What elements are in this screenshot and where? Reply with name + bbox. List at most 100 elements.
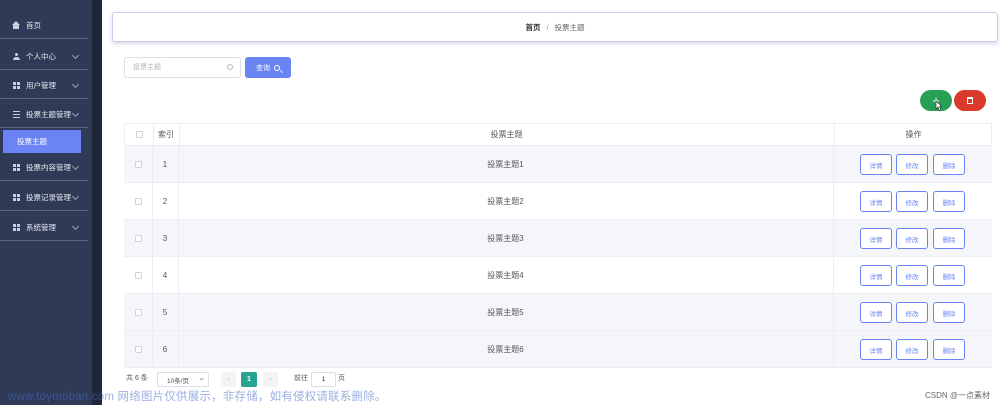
page-number-current[interactable]: 1 (241, 372, 257, 387)
detail-button[interactable]: 详情 (860, 228, 892, 249)
search-button-label: 查询 (256, 64, 270, 72)
chevron-down-icon (71, 192, 80, 201)
sidebar-item-record-management[interactable]: 投票记录管理 (0, 185, 88, 211)
chevron-down-icon (71, 109, 80, 118)
row-index: 1 (162, 159, 168, 169)
chevron-down-icon (71, 162, 80, 171)
home-icon (12, 21, 20, 29)
sidebar-item-label: 投票主题管理 (26, 110, 71, 119)
pagination-total: 共 6 条 (126, 375, 148, 382)
row-topic: 投票主题1 (487, 159, 524, 169)
prev-page-button[interactable]: ‹ (221, 372, 236, 387)
header-ops: 操作 (905, 130, 922, 139)
table-row: 4 投票主题4 详情 修改 删除 (124, 257, 992, 294)
sidebar-item-label: 投票记录管理 (26, 193, 71, 202)
row-checkbox[interactable] (135, 272, 142, 279)
pointer-cursor-icon (935, 101, 942, 112)
row-topic: 投票主题2 (487, 196, 524, 206)
chevron-down-icon (71, 80, 80, 89)
detail-button[interactable]: 详情 (860, 302, 892, 323)
sidebar-edge (92, 0, 102, 405)
row-index: 3 (162, 233, 168, 243)
main-content: 首页 / 投票主题 查询 + 索引 投票主题 操作 1 投票主题1 详情 修改 … (102, 0, 1000, 405)
delete-button[interactable]: 删除 (933, 228, 965, 249)
sidebar-item-label: 系统管理 (26, 223, 56, 232)
search-button[interactable]: 查询 (245, 57, 291, 78)
row-checkbox[interactable] (135, 235, 142, 242)
page-size-select[interactable]: 10条/页 (157, 372, 209, 387)
search-icon (227, 64, 233, 70)
chevron-down-icon (71, 222, 80, 231)
sidebar-item-topic-management[interactable]: 投票主题管理 (0, 102, 88, 128)
column-divider (833, 146, 834, 182)
sidebar-item-topic[interactable]: 投票主题 (3, 130, 81, 153)
delete-button[interactable]: 删除 (933, 191, 965, 212)
sidebar-item-personal-center[interactable]: 个人中心 (0, 44, 88, 70)
column-divider (833, 183, 834, 219)
row-topic: 投票主题3 (487, 233, 524, 243)
column-divider (833, 220, 834, 256)
credit-text: CSDN @一点素材 (924, 391, 990, 400)
grid-icon (13, 224, 20, 231)
row-index: 6 (162, 344, 168, 354)
row-index: 2 (162, 196, 168, 206)
sidebar-item-system-management[interactable]: 系统管理 (0, 215, 88, 241)
delete-button[interactable]: 删除 (933, 154, 965, 175)
page-unit-label: 页 (338, 375, 345, 382)
table-row: 2 投票主题2 详情 修改 删除 (124, 183, 992, 220)
column-divider (833, 331, 834, 367)
row-index: 4 (162, 270, 168, 280)
delete-button[interactable]: 删除 (933, 339, 965, 360)
edit-button[interactable]: 修改 (896, 339, 928, 360)
watermark-text: www.toymoban.com 网络图片仅供展示，非存储，如有侵权请联系删除。 (8, 391, 387, 403)
edit-button[interactable]: 修改 (896, 154, 928, 175)
goto-page-input[interactable] (311, 372, 336, 387)
delete-button[interactable]: 删除 (933, 302, 965, 323)
grid-icon (13, 82, 20, 89)
sidebar-item-user-management[interactable]: 用户管理 (0, 73, 88, 99)
row-topic: 投票主题4 (487, 270, 524, 280)
delete-button[interactable]: 删除 (933, 265, 965, 286)
column-divider (833, 257, 834, 293)
sidebar-item-label: 投票内容管理 (26, 163, 71, 172)
edit-button[interactable]: 修改 (896, 265, 928, 286)
table-header: 索引 投票主题 操作 (124, 123, 992, 146)
detail-button[interactable]: 详情 (860, 154, 892, 175)
select-all-checkbox[interactable] (136, 131, 143, 138)
sidebar-item-home[interactable]: 首页 (0, 13, 88, 39)
search-input[interactable] (124, 57, 241, 78)
row-topic: 投票主题5 (487, 307, 524, 317)
row-checkbox[interactable] (135, 161, 142, 168)
header-index: 索引 (158, 130, 174, 139)
sidebar-item-content-management[interactable]: 投票内容管理 (0, 155, 88, 181)
row-checkbox[interactable] (135, 198, 142, 205)
grid-icon (13, 164, 20, 171)
sidebar-item-label: 投票主题 (17, 137, 47, 146)
grid-icon (13, 194, 20, 201)
detail-button[interactable]: 详情 (860, 265, 892, 286)
breadcrumb-home[interactable]: 首页 (525, 22, 540, 33)
next-page-button[interactable]: › (263, 372, 278, 387)
breadcrumb-current: 投票主题 (554, 22, 585, 32)
breadcrumb-separator: / (546, 22, 549, 32)
sidebar: 首页 个人中心 用户管理 投票主题管理 投票主题 投票内容管理 投票记录管理 系… (0, 0, 102, 405)
chevron-down-icon (71, 51, 80, 60)
breadcrumb: 首页 / 投票主题 (112, 12, 998, 42)
sidebar-item-label: 个人中心 (26, 52, 56, 61)
edit-button[interactable]: 修改 (896, 302, 928, 323)
detail-button[interactable]: 详情 (860, 339, 892, 360)
row-index: 5 (162, 307, 168, 317)
user-icon (13, 53, 20, 60)
edit-button[interactable]: 修改 (896, 191, 928, 212)
sidebar-item-label: 用户管理 (26, 81, 56, 90)
column-divider (833, 294, 834, 330)
list-icon (13, 111, 20, 118)
chevron-down-icon (199, 376, 204, 381)
row-checkbox[interactable] (135, 346, 142, 353)
detail-button[interactable]: 详情 (860, 191, 892, 212)
page-size-value: 10条/页 (167, 377, 190, 385)
row-checkbox[interactable] (135, 309, 142, 316)
table-row: 3 投票主题3 详情 修改 删除 (124, 220, 992, 257)
batch-delete-button[interactable] (954, 90, 986, 111)
edit-button[interactable]: 修改 (896, 228, 928, 249)
